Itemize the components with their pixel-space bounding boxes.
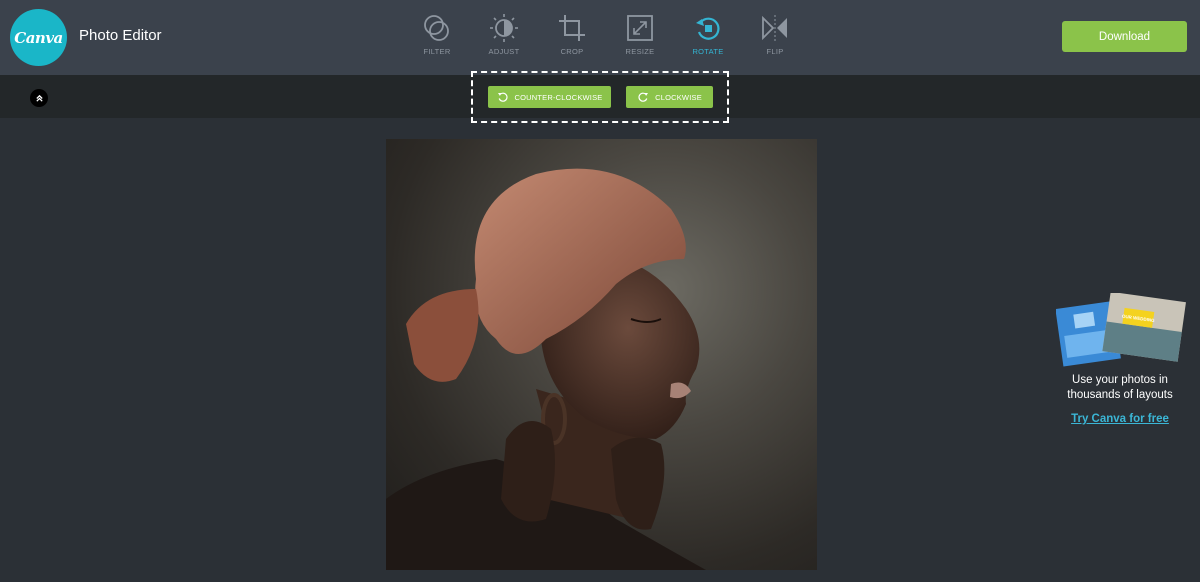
- flip-icon: [762, 15, 787, 41]
- layout-cards-image: OUR WEDDING: [1055, 291, 1186, 367]
- tool-crop[interactable]: CROP: [542, 13, 602, 61]
- tool-adjust-label: ADJUST: [488, 47, 520, 56]
- tool-rotate[interactable]: ROTATE: [678, 13, 738, 61]
- promo-layout-preview: OUR WEDDING: [1055, 291, 1186, 368]
- resize-icon: [627, 15, 653, 41]
- tool-filter[interactable]: FILTER: [407, 13, 467, 61]
- clockwise-label: CLOCKWISE: [655, 92, 702, 102]
- rotate-counter-clockwise-button[interactable]: COUNTER-CLOCKWISE: [488, 86, 611, 108]
- tool-adjust[interactable]: ADJUST: [474, 13, 534, 61]
- app-title: Photo Editor: [79, 27, 162, 44]
- tool-filter-label: FILTER: [423, 47, 451, 56]
- tool-flip-label: FLIP: [766, 47, 784, 56]
- tool-resize[interactable]: RESIZE: [610, 13, 670, 61]
- portrait-image: [386, 168, 706, 570]
- promo-text: Use your photos in thousands of layouts: [1067, 374, 1173, 401]
- adjust-icon: [490, 14, 518, 42]
- collapse-toolbar-button[interactable]: [30, 89, 48, 107]
- tool-resize-label: RESIZE: [625, 47, 655, 56]
- logo-text: Canva: [14, 28, 63, 47]
- rotate-left-icon: [497, 92, 508, 102]
- canva-logo[interactable]: Canva: [10, 9, 67, 66]
- top-header: Canva Photo Editor FILTER ADJUST CROP RE…: [0, 0, 1200, 75]
- crop-icon: [559, 15, 585, 41]
- photo-canvas[interactable]: [386, 139, 817, 570]
- tool-crop-label: CROP: [560, 47, 584, 56]
- double-chevron-up-icon: [35, 94, 43, 102]
- rotate-right-icon: [638, 92, 649, 102]
- download-button[interactable]: Download: [1062, 21, 1187, 52]
- tool-flip[interactable]: FLIP: [745, 13, 805, 61]
- try-canva-link[interactable]: Try Canva for free: [1050, 413, 1190, 425]
- filter-icon: [424, 15, 449, 41]
- rotate-clockwise-button[interactable]: CLOCKWISE: [626, 86, 713, 108]
- rotate-icon: [696, 17, 720, 40]
- tool-rotate-label: ROTATE: [692, 47, 724, 56]
- counter-clockwise-label: COUNTER-CLOCKWISE: [514, 92, 603, 102]
